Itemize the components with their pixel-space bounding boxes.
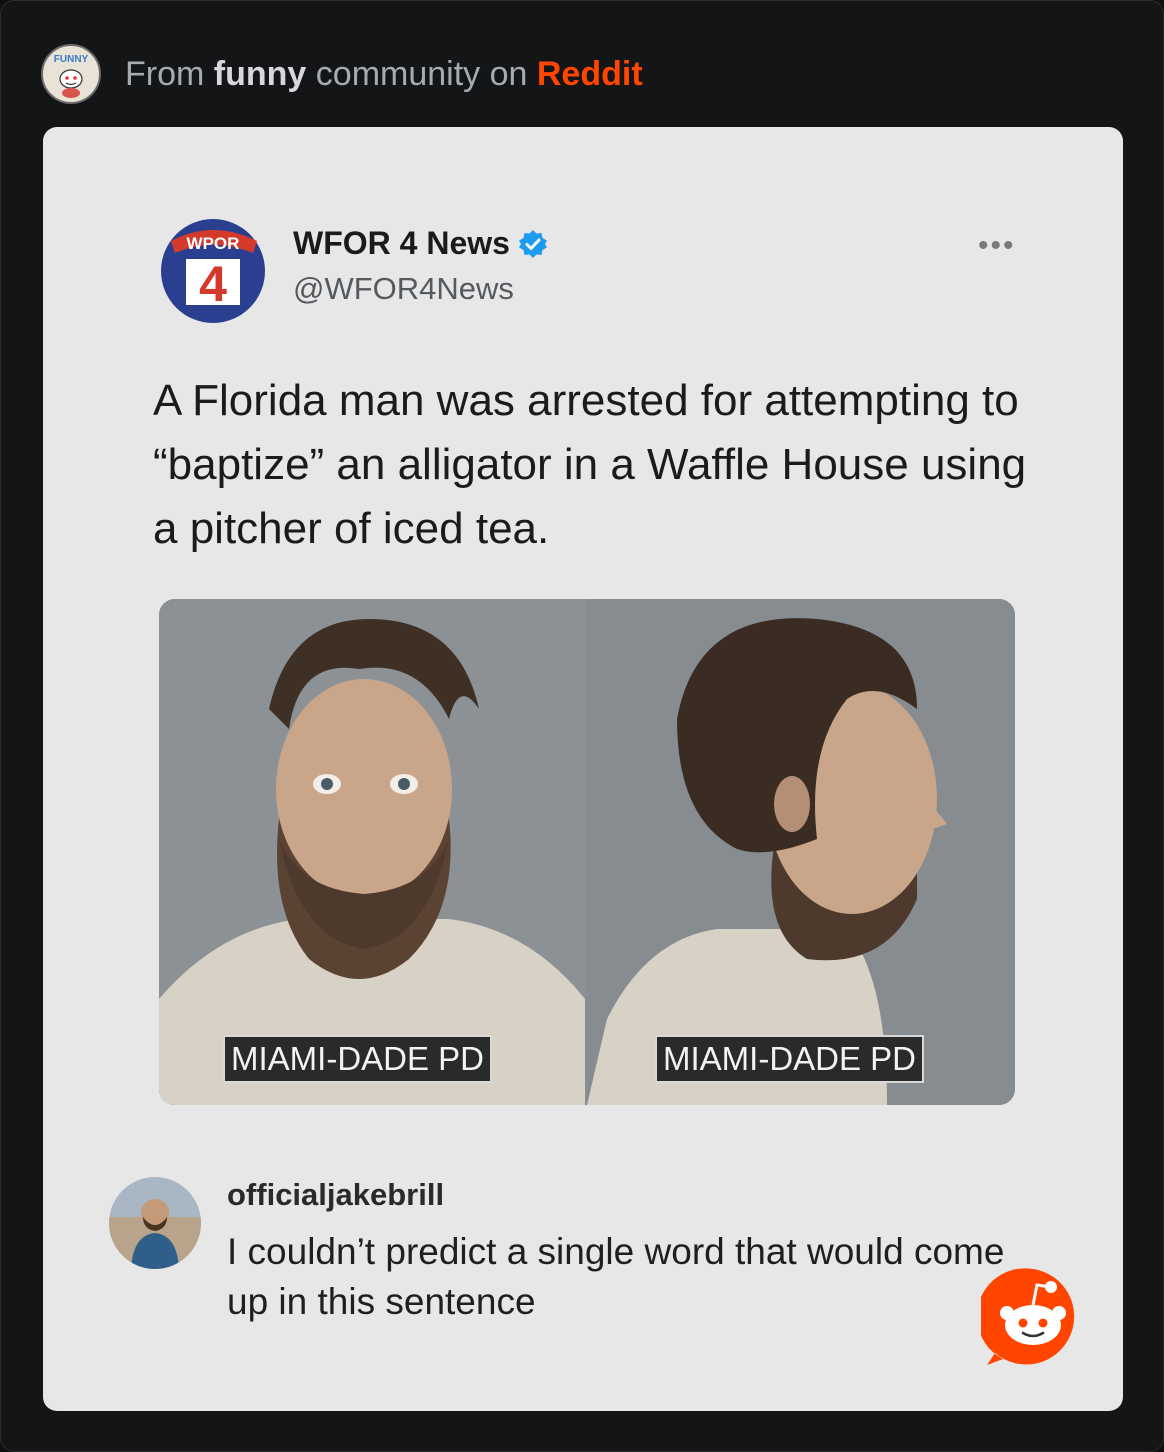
community-link[interactable]: funny [214,55,307,93]
mugshot-photos[interactable]: MIAMI-DADE PD MIAMI-DADE PD [159,599,1015,1105]
post-image-card: WPOR 4 WFOR 4 News @WFOR4News ••• A Flor… [43,127,1123,1411]
funny-subreddit-icon[interactable]: FUNNY [41,44,101,104]
wfor-logo: WPOR 4 [161,219,265,323]
photo-caption: MIAMI-DADE PD [655,1035,925,1083]
mugshot-profile[interactable]: MIAMI-DADE PD [587,599,1015,1105]
svg-text:FUNNY: FUNNY [54,54,89,65]
author-name[interactable]: WFOR 4 News [293,225,548,262]
reddit-snoo-icon[interactable] [981,1265,1085,1369]
comment-text: I couldn’t predict a single word that wo… [227,1231,1005,1322]
commenter-avatar[interactable] [109,1177,201,1269]
header-text: From funny community on Reddit [125,55,643,94]
commenter-username[interactable]: officialjakebrill [227,1177,444,1213]
header-middle: community on [315,54,528,93]
logo-text: WPOR [187,234,240,253]
author-name-text: WFOR 4 News [293,225,510,261]
logo-number: 4 [199,256,227,312]
reddit-link[interactable]: Reddit [537,55,643,93]
header-prefix: From [125,54,205,93]
more-options-icon[interactable]: ••• [978,229,1016,263]
post-header: FUNNY From funny community on Reddit [41,41,643,107]
author-handle[interactable]: @WFOR4News [293,271,514,307]
mugshot-front[interactable]: MIAMI-DADE PD [159,599,585,1105]
photo-caption: MIAMI-DADE PD [223,1035,493,1083]
post-frame: FUNNY From funny community on Reddit WPO… [0,0,1164,1452]
verified-badge-icon [518,229,547,258]
tweet-text: A Florida man was arrested for attemptin… [153,376,1027,553]
